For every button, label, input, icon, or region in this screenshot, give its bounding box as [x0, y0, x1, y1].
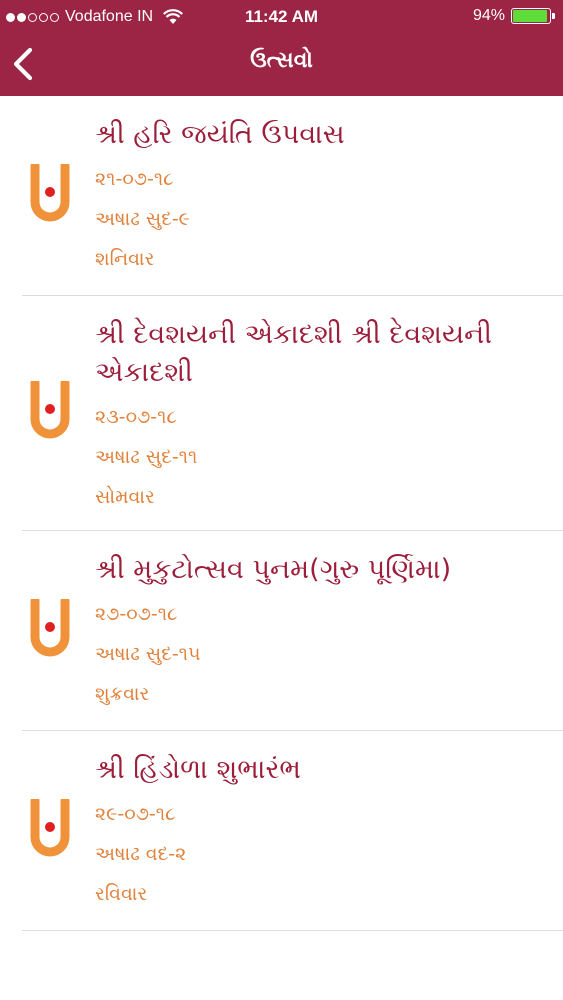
tilak-logo-icon [30, 799, 70, 857]
festival-tithi: અષાઢ સુદ-૧૫ [95, 643, 201, 665]
festival-item[interactable]: શ્રી મુકુટોત્સવ પુનમ(ગુરુ પૂર્ણિમા) ૨૭-૦… [22, 531, 563, 731]
festival-weekday: શુક્રવાર [95, 683, 150, 705]
festival-tithi: અષાઢ વદ-૨ [95, 843, 187, 865]
festival-date: ૨૯-૦૭-૧૮ [95, 803, 176, 825]
battery-percent: 94% [472, 7, 505, 24]
festival-date: ૨૧-૦૭-૧૮ [95, 168, 174, 190]
festival-weekday: રવિવાર [95, 883, 148, 905]
festival-title: શ્રી હિંડોળા શુભારંભ [95, 754, 302, 785]
page-title: ઉત્સવો [250, 48, 313, 73]
battery-tip [552, 13, 555, 19]
festival-title: શ્રી દેવશયની એકાદશી શ્રી દેવશયની એકાદશી [95, 319, 492, 388]
battery-indicator: 94% [473, 7, 555, 25]
festival-item[interactable]: શ્રી દેવશયની એકાદશી શ્રી દેવશયની એકાદશી … [22, 296, 563, 531]
festival-date: ૨૭-૦૭-૧૮ [95, 603, 178, 625]
battery-fill [513, 10, 547, 22]
status-bar: Vodafone IN 11:42 AM 94% [0, 0, 563, 34]
festival-tithi: અષાઢ સુદ-૧૧ [95, 446, 198, 468]
tilak-logo-icon [30, 164, 70, 222]
festival-item[interactable]: શ્રી હિંડોળા શુભારંભ ૨૯-૦૭-૧૮ અષાઢ વદ-૨ … [22, 731, 563, 931]
tilak-logo-icon [30, 599, 70, 657]
festival-weekday: શનિવાર [95, 248, 155, 270]
festival-tithi: અષાઢ સુદ-૯ [95, 208, 190, 230]
festival-title: શ્રી મુકુટોત્સવ પુનમ(ગુરુ પૂર્ણિમા) [95, 554, 452, 585]
festival-date: ૨૩-૦૭-૧૮ [95, 406, 177, 428]
app-header: Vodafone IN 11:42 AM 94% ઉત્સવો [0, 0, 563, 96]
festival-list: શ્રી હરિ જયંતિ ઉપવાસ ૨૧-૦૭-૧૮ અષાઢ સુદ-૯… [0, 96, 563, 931]
festival-weekday: સોમવાર [95, 486, 155, 508]
festival-title: શ્રી હરિ જયંતિ ઉપવાસ [95, 119, 345, 150]
tilak-logo-icon [30, 381, 70, 439]
battery-icon [511, 8, 551, 24]
festival-item[interactable]: શ્રી હરિ જયંતિ ઉપવાસ ૨૧-૦૭-૧૮ અષાઢ સુદ-૯… [22, 96, 563, 296]
